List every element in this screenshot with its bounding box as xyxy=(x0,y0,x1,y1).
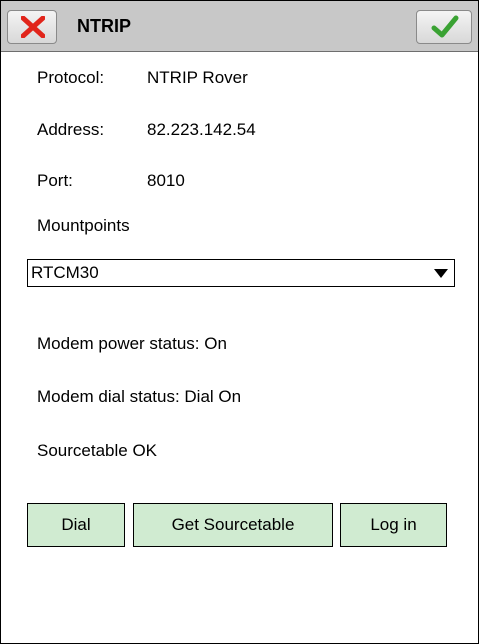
modem-dial-status: Modem dial status: Dial On xyxy=(37,387,242,406)
protocol-label: Protocol: xyxy=(37,68,105,87)
dropdown-arrow-icon[interactable] xyxy=(434,269,448,278)
get-sourcetable-button[interactable]: Get Sourcetable xyxy=(133,503,333,547)
dial-button[interactable]: Dial xyxy=(27,503,125,547)
protocol-value: NTRIP Rover xyxy=(147,68,248,87)
port-value: 8010 xyxy=(147,171,185,190)
log-in-button[interactable]: Log in xyxy=(340,503,447,547)
title-bar: NTRIP xyxy=(1,1,478,52)
close-icon xyxy=(21,16,45,38)
mountpoint-selected-value: RTCM30 xyxy=(31,263,99,282)
mountpoints-label: Mountpoints xyxy=(37,216,130,235)
checkmark-icon xyxy=(431,15,459,38)
address-label: Address: xyxy=(37,120,105,139)
port-label: Port: xyxy=(37,171,73,190)
ok-button[interactable] xyxy=(416,10,472,44)
close-button[interactable] xyxy=(7,10,57,44)
modem-power-status: Modem power status: On xyxy=(37,334,227,353)
mountpoint-select[interactable]: RTCM30 xyxy=(27,259,455,287)
sourcetable-status: Sourcetable OK xyxy=(37,441,158,460)
address-value: 82.223.142.54 xyxy=(147,120,256,139)
window-title: NTRIP xyxy=(77,16,131,36)
ntrip-dialog: NTRIP Protocol: NTRIP Rover Address: 82.… xyxy=(0,0,479,644)
